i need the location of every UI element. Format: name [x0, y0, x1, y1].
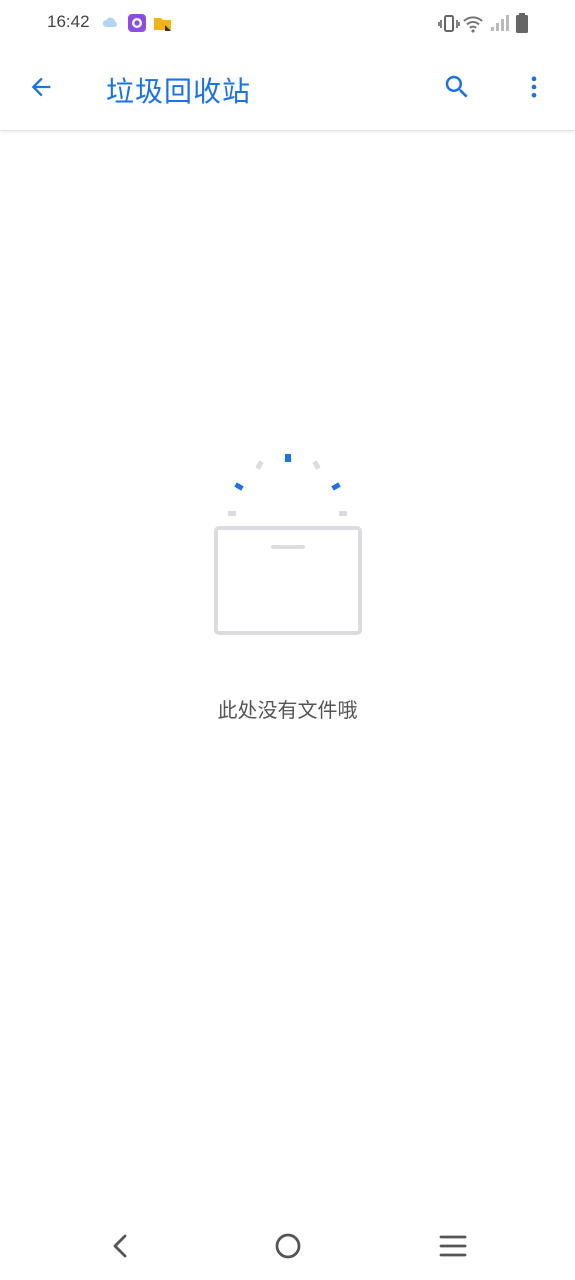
camera-app-icon	[127, 13, 147, 33]
more-options-button[interactable]	[510, 65, 558, 113]
navigation-bar	[0, 1216, 575, 1280]
battery-icon	[514, 12, 530, 36]
arrow-back-icon	[27, 73, 55, 105]
status-bar: 16:42	[0, 0, 575, 48]
empty-box-icon	[205, 448, 371, 644]
more-vert-icon	[520, 73, 548, 105]
home-icon	[274, 1232, 302, 1264]
search-button[interactable]	[433, 65, 481, 113]
page-title: 垃圾回收站	[106, 75, 252, 108]
folder-app-icon	[153, 13, 173, 33]
cell-signal-icon	[489, 12, 509, 36]
nav-back-button[interactable]	[97, 1224, 145, 1272]
nav-recents-button[interactable]	[429, 1224, 477, 1272]
vibrate-icon	[438, 12, 460, 36]
app-bar: 垃圾回收站	[0, 48, 575, 131]
back-icon	[108, 1233, 134, 1263]
nav-home-button[interactable]	[264, 1224, 312, 1272]
cloud-icon	[101, 13, 121, 33]
search-icon	[442, 72, 472, 106]
status-time: 16:42	[47, 12, 90, 31]
recents-icon	[439, 1232, 467, 1264]
back-button[interactable]	[17, 65, 65, 113]
wifi-icon	[462, 12, 484, 36]
empty-state-message: 此处没有文件哦	[217, 698, 358, 722]
